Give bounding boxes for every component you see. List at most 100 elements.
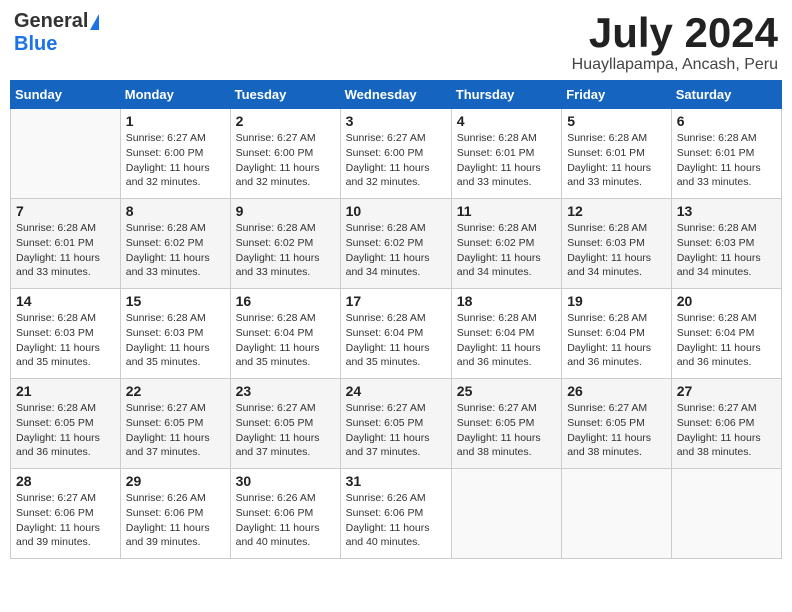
day-info: Sunrise: 6:26 AM Sunset: 6:06 PM Dayligh… (236, 491, 335, 550)
day-number: 14 (16, 293, 115, 309)
calendar-cell: 1 Sunrise: 6:27 AM Sunset: 6:00 PM Daylig… (120, 109, 230, 199)
col-header-wednesday: Wednesday (340, 81, 451, 109)
day-info: Sunrise: 6:27 AM Sunset: 6:05 PM Dayligh… (457, 401, 556, 460)
day-info: Sunrise: 6:28 AM Sunset: 6:05 PM Dayligh… (16, 401, 115, 460)
calendar-cell (562, 469, 672, 559)
col-header-thursday: Thursday (451, 81, 561, 109)
calendar-week-row: 28 Sunrise: 6:27 AM Sunset: 6:06 PM Dayli… (11, 469, 782, 559)
day-number: 27 (677, 383, 776, 399)
day-number: 1 (126, 113, 225, 129)
calendar-cell: 2 Sunrise: 6:27 AM Sunset: 6:00 PM Daylig… (230, 109, 340, 199)
day-info: Sunrise: 6:28 AM Sunset: 6:03 PM Dayligh… (16, 311, 115, 370)
day-info: Sunrise: 6:27 AM Sunset: 6:06 PM Dayligh… (677, 401, 776, 460)
calendar-week-row: 14 Sunrise: 6:28 AM Sunset: 6:03 PM Dayli… (11, 289, 782, 379)
day-info: Sunrise: 6:28 AM Sunset: 6:04 PM Dayligh… (567, 311, 666, 370)
day-number: 9 (236, 203, 335, 219)
calendar-cell: 8Sunrise: 6:28 AM Sunset: 6:02 PM Daylig… (120, 199, 230, 289)
calendar-cell: 23Sunrise: 6:27 AM Sunset: 6:05 PM Dayli… (230, 379, 340, 469)
day-number: 20 (677, 293, 776, 309)
day-info: Sunrise: 6:28 AM Sunset: 6:04 PM Dayligh… (677, 311, 776, 370)
col-header-tuesday: Tuesday (230, 81, 340, 109)
calendar-cell (451, 469, 561, 559)
day-info: Sunrise: 6:28 AM Sunset: 6:04 PM Dayligh… (346, 311, 446, 370)
logo-general: General (14, 10, 88, 33)
col-header-monday: Monday (120, 81, 230, 109)
calendar-cell: 24 Sunrise: 6:27 AM Sunset: 6:05 PM Dayli… (340, 379, 451, 469)
logo-triangle-icon (90, 14, 99, 30)
day-info: Sunrise: 6:27 AM Sunset: 6:05 PM Dayligh… (126, 401, 225, 460)
day-info: Sunrise: 6:28 AM Sunset: 6:04 PM Dayligh… (236, 311, 335, 370)
day-number: 2 (236, 113, 335, 129)
calendar-cell: 28 Sunrise: 6:27 AM Sunset: 6:06 PM Dayli… (11, 469, 121, 559)
day-number: 28 (16, 473, 115, 489)
day-number: 6 (677, 113, 776, 129)
calendar-cell (11, 109, 121, 199)
logo: General Blue (14, 10, 99, 56)
day-number: 5 (567, 113, 666, 129)
day-number: 25 (457, 383, 556, 399)
day-number: 12 (567, 203, 666, 219)
day-info: Sunrise: 6:27 AM Sunset: 6:05 PM Dayligh… (346, 401, 446, 460)
calendar-cell: 12 Sunrise: 6:28 AM Sunset: 6:03 PM Dayli… (562, 199, 672, 289)
day-info: Sunrise: 6:27 AM Sunset: 6:00 PM Dayligh… (346, 131, 446, 190)
day-number: 3 (346, 113, 446, 129)
day-info: Sunrise: 6:26 AM Sunset: 6:06 PM Dayligh… (346, 491, 446, 550)
calendar-cell: 25 Sunrise: 6:27 AM Sunset: 6:05 PM Dayli… (451, 379, 561, 469)
day-info: Sunrise: 6:27 AM Sunset: 6:06 PM Dayligh… (16, 491, 115, 550)
day-number: 18 (457, 293, 556, 309)
day-info: Sunrise: 6:28 AM Sunset: 6:01 PM Dayligh… (457, 131, 556, 190)
col-header-friday: Friday (562, 81, 672, 109)
day-info: Sunrise: 6:27 AM Sunset: 6:00 PM Dayligh… (236, 131, 335, 190)
calendar-cell: 27 Sunrise: 6:27 AM Sunset: 6:06 PM Dayli… (671, 379, 781, 469)
day-info: Sunrise: 6:28 AM Sunset: 6:04 PM Dayligh… (457, 311, 556, 370)
calendar-cell: 6 Sunrise: 6:28 AM Sunset: 6:01 PM Daylig… (671, 109, 781, 199)
day-info: Sunrise: 6:28 AM Sunset: 6:02 PM Dayligh… (457, 221, 556, 280)
calendar-cell: 10 Sunrise: 6:28 AM Sunset: 6:02 PM Dayli… (340, 199, 451, 289)
col-header-saturday: Saturday (671, 81, 781, 109)
day-number: 19 (567, 293, 666, 309)
page-header: General Blue July 2024 Huayllapampa, Anc… (10, 10, 782, 74)
day-number: 4 (457, 113, 556, 129)
calendar-cell: 31Sunrise: 6:26 AM Sunset: 6:06 PM Dayli… (340, 469, 451, 559)
calendar-table: SundayMondayTuesdayWednesdayThursdayFrid… (10, 80, 782, 559)
day-number: 7 (16, 203, 115, 219)
calendar-cell: 29 Sunrise: 6:26 AM Sunset: 6:06 PM Dayli… (120, 469, 230, 559)
page-location: Huayllapampa, Ancash, Peru (572, 56, 778, 74)
day-info: Sunrise: 6:28 AM Sunset: 6:01 PM Dayligh… (677, 131, 776, 190)
calendar-week-row: 7Sunrise: 6:28 AM Sunset: 6:01 PM Daylig… (11, 199, 782, 289)
day-number: 21 (16, 383, 115, 399)
day-number: 16 (236, 293, 335, 309)
calendar-cell: 11 Sunrise: 6:28 AM Sunset: 6:02 PM Dayli… (451, 199, 561, 289)
day-info: Sunrise: 6:28 AM Sunset: 6:03 PM Dayligh… (126, 311, 225, 370)
day-number: 26 (567, 383, 666, 399)
day-number: 11 (457, 203, 556, 219)
day-info: Sunrise: 6:27 AM Sunset: 6:05 PM Dayligh… (236, 401, 335, 460)
logo-blue: Blue (14, 33, 57, 56)
day-info: Sunrise: 6:28 AM Sunset: 6:03 PM Dayligh… (567, 221, 666, 280)
calendar-cell: 22 Sunrise: 6:27 AM Sunset: 6:05 PM Dayli… (120, 379, 230, 469)
col-header-sunday: Sunday (11, 81, 121, 109)
day-info: Sunrise: 6:26 AM Sunset: 6:06 PM Dayligh… (126, 491, 225, 550)
calendar-cell: 19 Sunrise: 6:28 AM Sunset: 6:04 PM Dayli… (562, 289, 672, 379)
day-number: 22 (126, 383, 225, 399)
day-number: 24 (346, 383, 446, 399)
calendar-cell: 17 Sunrise: 6:28 AM Sunset: 6:04 PM Dayli… (340, 289, 451, 379)
day-number: 17 (346, 293, 446, 309)
day-number: 15 (126, 293, 225, 309)
calendar-cell: 4 Sunrise: 6:28 AM Sunset: 6:01 PM Daylig… (451, 109, 561, 199)
calendar-cell: 21 Sunrise: 6:28 AM Sunset: 6:05 PM Dayli… (11, 379, 121, 469)
calendar-cell: 16 Sunrise: 6:28 AM Sunset: 6:04 PM Dayli… (230, 289, 340, 379)
day-info: Sunrise: 6:28 AM Sunset: 6:02 PM Dayligh… (346, 221, 446, 280)
day-info: Sunrise: 6:27 AM Sunset: 6:05 PM Dayligh… (567, 401, 666, 460)
calendar-week-row: 1 Sunrise: 6:27 AM Sunset: 6:00 PM Daylig… (11, 109, 782, 199)
calendar-cell (671, 469, 781, 559)
day-number: 29 (126, 473, 225, 489)
day-number: 10 (346, 203, 446, 219)
day-info: Sunrise: 6:27 AM Sunset: 6:00 PM Dayligh… (126, 131, 225, 190)
title-block: July 2024 Huayllapampa, Ancash, Peru (572, 10, 778, 74)
calendar-cell: 20 Sunrise: 6:28 AM Sunset: 6:04 PM Dayli… (671, 289, 781, 379)
calendar-cell: 7Sunrise: 6:28 AM Sunset: 6:01 PM Daylig… (11, 199, 121, 289)
calendar-cell: 15 Sunrise: 6:28 AM Sunset: 6:03 PM Dayli… (120, 289, 230, 379)
day-info: Sunrise: 6:28 AM Sunset: 6:01 PM Dayligh… (567, 131, 666, 190)
calendar-cell: 14 Sunrise: 6:28 AM Sunset: 6:03 PM Dayli… (11, 289, 121, 379)
